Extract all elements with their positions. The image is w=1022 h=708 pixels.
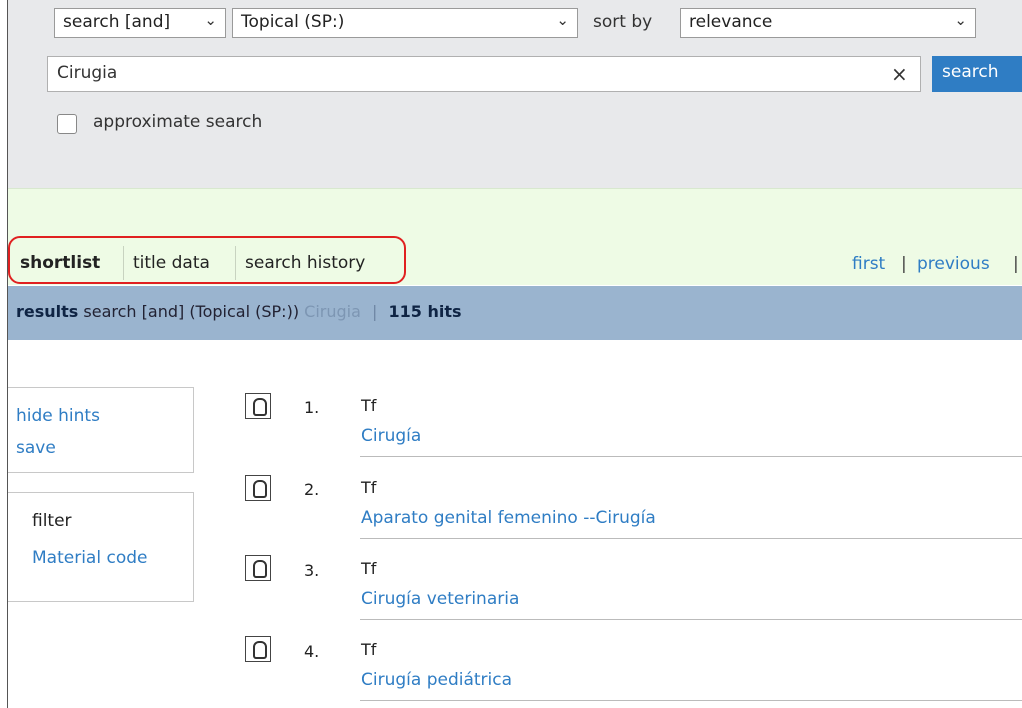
hints-box: hide hints save — [8, 387, 194, 473]
chevron-down-icon: ⌄ — [204, 11, 217, 29]
filter-label: filter — [32, 511, 72, 531]
operator-select[interactable]: search [and] ⌄ — [54, 8, 226, 38]
result-type: Tf — [361, 640, 377, 659]
result-title-link[interactable]: Cirugía — [361, 426, 421, 446]
search-button[interactable]: search — [932, 56, 1022, 92]
result-title-link[interactable]: Aparato genital femenino --Cirugía — [361, 508, 656, 528]
operator-select-value: search [and] — [63, 12, 171, 32]
filter-box: filter Material code — [8, 492, 194, 602]
result-divider — [360, 456, 1022, 457]
material-code-link[interactable]: Material code — [32, 548, 147, 568]
chevron-down-icon: ⌄ — [556, 11, 569, 29]
pager-previous[interactable]: previous — [917, 254, 990, 274]
record-icon[interactable] — [245, 475, 271, 501]
result-number: 2. — [304, 480, 320, 499]
save-link[interactable]: save — [16, 438, 56, 458]
results-divider: | — [372, 302, 378, 321]
results-term: Cirugia — [304, 302, 361, 321]
highlight-annotation — [8, 236, 406, 284]
sort-label: sort by — [593, 12, 653, 32]
index-select[interactable]: Topical (SP:) ⌄ — [232, 8, 578, 38]
record-icon[interactable] — [245, 393, 271, 419]
search-input[interactable]: Cirugia — [47, 56, 921, 92]
results-query: search [and] (Topical (SP:)) — [83, 302, 300, 321]
result-type: Tf — [361, 396, 377, 415]
result-divider — [360, 700, 1022, 701]
left-border — [0, 0, 8, 708]
result-divider — [360, 538, 1022, 539]
result-type: Tf — [361, 478, 377, 497]
result-title-link[interactable]: Cirugía pediátrica — [361, 670, 512, 690]
results-label: results — [16, 302, 79, 321]
result-number: 4. — [304, 642, 320, 661]
result-divider — [360, 619, 1022, 620]
pager-separator: | — [901, 254, 907, 274]
approximate-search-label: approximate search — [93, 112, 263, 132]
index-select-value: Topical (SP:) — [241, 12, 345, 32]
search-query: Cirugia — [57, 63, 118, 83]
clear-icon[interactable]: × — [891, 62, 908, 86]
sort-select-value: relevance — [689, 12, 773, 32]
sort-select[interactable]: relevance ⌄ — [680, 8, 976, 38]
chevron-down-icon: ⌄ — [954, 11, 967, 29]
record-icon[interactable] — [245, 636, 271, 662]
hide-hints-link[interactable]: hide hints — [16, 406, 100, 426]
result-number: 3. — [304, 561, 320, 580]
approximate-search-checkbox[interactable] — [57, 114, 77, 134]
pager-separator: | — [1013, 254, 1019, 274]
record-icon[interactable] — [245, 555, 271, 581]
result-title-link[interactable]: Cirugía veterinaria — [361, 589, 519, 609]
result-number: 1. — [304, 398, 320, 417]
result-type: Tf — [361, 559, 377, 578]
results-summary: results search [and] (Topical (SP:)) Cir… — [16, 302, 462, 321]
results-hits: 115 hits — [388, 302, 462, 321]
pager-first[interactable]: first — [852, 254, 885, 274]
